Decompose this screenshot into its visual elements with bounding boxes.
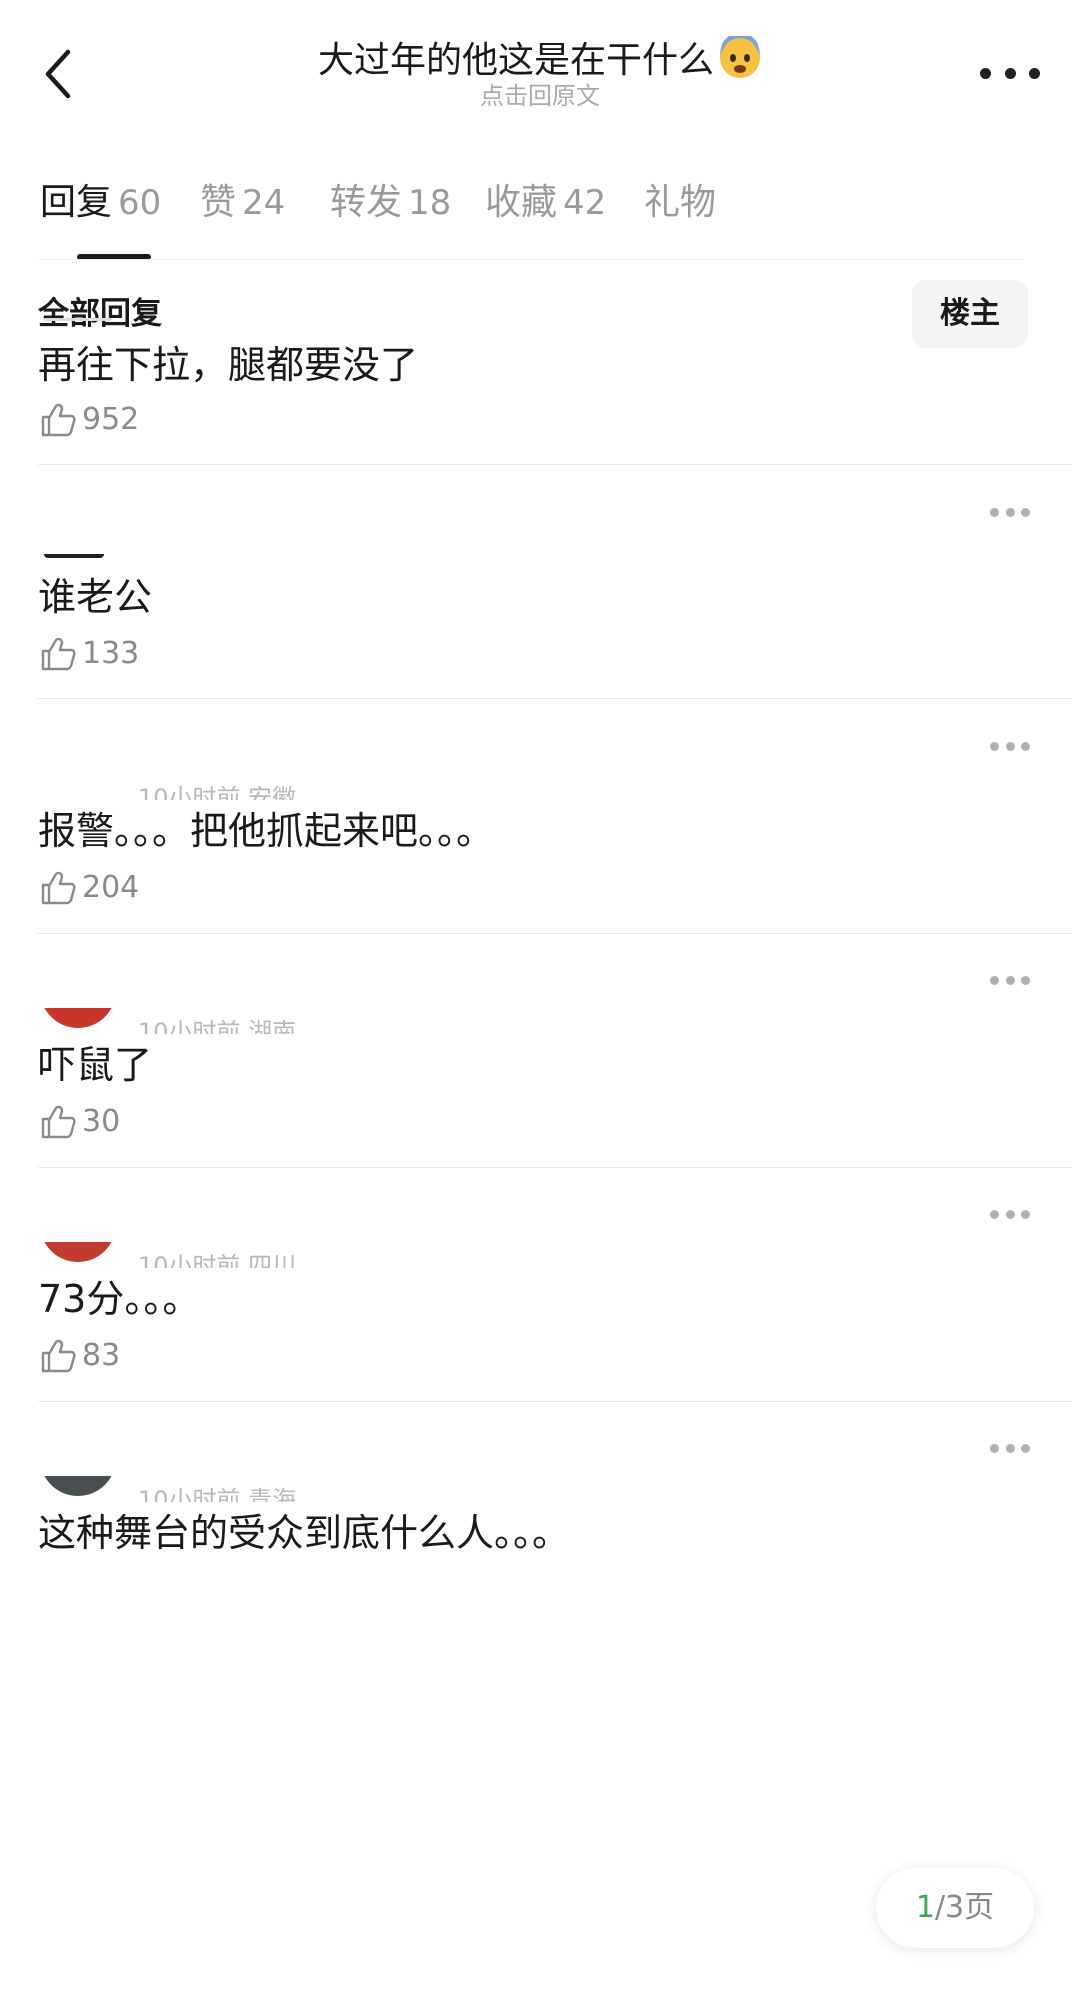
- like-button[interactable]: 204: [38, 867, 139, 909]
- comment-meta: 10小时前 湖南: [138, 1020, 297, 1034]
- post-title-text: 大过年的他这是在干什么: [317, 40, 714, 81]
- like-count: 30: [82, 1104, 121, 1139]
- comment-meta: 10小时前 四川: [138, 1254, 297, 1268]
- comment-text: 吓鼠了: [38, 1043, 153, 1087]
- tab-reposts-count: 18: [408, 183, 452, 223]
- thumbs-up-icon: [41, 637, 76, 671]
- fearful-face-emoji-icon: [718, 32, 762, 80]
- avatar[interactable]: [40, 1008, 116, 1028]
- comment-more-icon[interactable]: [990, 1444, 1030, 1456]
- comment-meta: 10小时前 青海: [138, 1488, 297, 1502]
- like-button[interactable]: 30: [38, 1101, 120, 1143]
- comment-divider: [38, 1167, 1072, 1168]
- tab-reposts-label: 转发: [330, 182, 403, 223]
- comment-more-icon[interactable]: [990, 508, 1030, 520]
- tab-likes[interactable]: 赞 24: [200, 178, 285, 228]
- avatar[interactable]: [40, 1242, 116, 1262]
- comment-text: 这种舞台的受众到底什么人。。。: [38, 1511, 571, 1555]
- all-replies-label: 全部回复: [38, 296, 162, 332]
- tab-reposts[interactable]: 转发 18: [330, 178, 451, 228]
- avatar-edge: [44, 554, 104, 558]
- tab-bar: 回复 60 赞 24 转发 18 收藏 42 礼物: [0, 170, 1080, 260]
- comment-more-icon[interactable]: [990, 976, 1030, 988]
- like-button[interactable]: 133: [38, 633, 139, 675]
- current-page: 1: [915, 1890, 935, 1925]
- comment-divider: [38, 464, 1072, 465]
- total-pages: /3页: [934, 1890, 995, 1925]
- tab-replies-count: 60: [118, 183, 162, 223]
- back-to-original-link[interactable]: 点击回原文: [0, 80, 1080, 112]
- tab-favorites-count: 42: [563, 183, 607, 223]
- page-indicator[interactable]: 1/3页: [876, 1868, 1034, 1948]
- comment-divider: [38, 933, 1072, 934]
- comment-text: 报警。。。把他抓起来吧。。。: [38, 809, 495, 853]
- comment-more-icon[interactable]: [990, 742, 1030, 754]
- like-button[interactable]: 83: [38, 1335, 120, 1377]
- tab-favorites[interactable]: 收藏 42: [485, 178, 606, 228]
- top-bar: 大过年的他这是在干什么 点击回原文: [0, 0, 1080, 130]
- tab-likes-label: 赞: [200, 182, 237, 223]
- comment-more-icon[interactable]: [990, 1210, 1030, 1222]
- like-count: 952: [82, 402, 140, 437]
- comment-text: 再往下拉，腿都要没了: [38, 343, 419, 387]
- like-count: 83: [82, 1338, 121, 1373]
- thumbs-up-icon: [41, 403, 76, 437]
- avatar[interactable]: [40, 1476, 116, 1496]
- comment-meta: 10小时前 安徽: [138, 786, 297, 800]
- more-options-icon[interactable]: [980, 58, 1040, 88]
- tab-likes-count: 24: [242, 183, 286, 223]
- thumbs-up-icon: [41, 871, 76, 905]
- thumbs-up-icon: [41, 1105, 76, 1139]
- tab-replies-label: 回复: [40, 182, 113, 223]
- comment-text: 谁老公: [38, 575, 153, 619]
- tab-replies[interactable]: 回复 60: [40, 178, 161, 228]
- thumbs-up-icon: [41, 1339, 76, 1373]
- like-button[interactable]: 952: [38, 399, 139, 441]
- tab-gifts-label: 礼物: [644, 182, 717, 223]
- comment-text: 73分。。。: [38, 1277, 201, 1321]
- post-title[interactable]: 大过年的他这是在干什么: [0, 32, 1080, 83]
- avatar-edge: [44, 318, 112, 321]
- tab-favorites-label: 收藏: [485, 182, 558, 223]
- comment-divider: [38, 1401, 1072, 1402]
- op-only-button[interactable]: 楼主: [912, 280, 1028, 348]
- tabs-divider: [38, 259, 1024, 260]
- like-count: 204: [82, 870, 140, 905]
- comment-divider: [38, 698, 1072, 699]
- tab-gifts[interactable]: 礼物: [644, 178, 716, 228]
- like-count: 133: [82, 636, 140, 671]
